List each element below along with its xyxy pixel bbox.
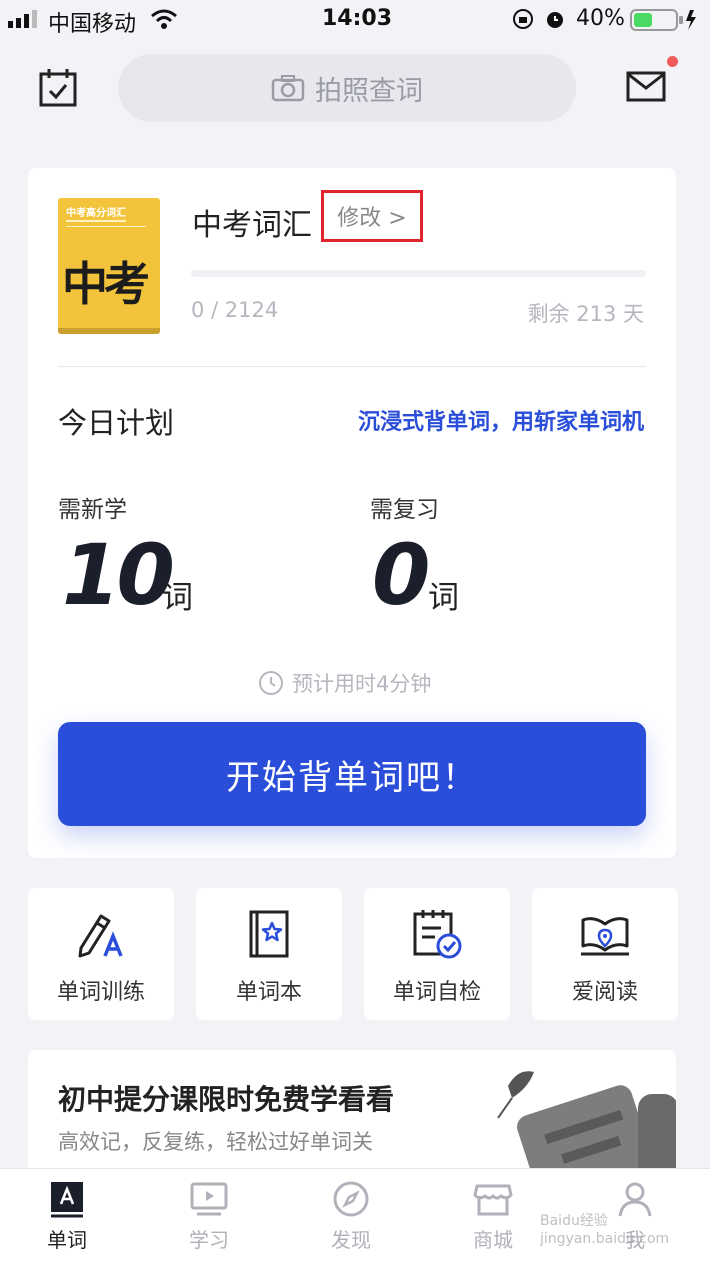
notification-dot <box>667 56 678 67</box>
tab-words[interactable]: 单词 <box>17 1180 117 1266</box>
compass-icon <box>333 1181 369 1217</box>
search-placeholder: 拍照查词 <box>315 75 423 107</box>
tool-label: 单词本 <box>235 980 302 1005</box>
card-divider <box>58 366 646 367</box>
book-progress-bar <box>191 270 646 277</box>
tool-label: 爱阅读 <box>571 980 638 1005</box>
start-learning-label: 开始背单词吧！ <box>226 757 478 798</box>
tab-label: 学习 <box>189 1228 229 1252</box>
time-estimate-text: 预计用时4分钟 <box>292 672 432 696</box>
promo-subtitle: 高效记，反复练，轻松过好单词关 <box>58 1130 373 1154</box>
new-words-unit: 词 <box>162 580 193 616</box>
remaining-days: 剩余 213 天 <box>527 302 644 326</box>
book-name: 中考词汇 <box>192 208 312 243</box>
modify-book-button[interactable]: 修改 > <box>321 190 423 242</box>
tab-label: 单词 <box>47 1228 87 1252</box>
clock-icon <box>259 671 283 695</box>
signal-icon <box>8 10 42 28</box>
promo-title: 初中提分课限时免费学看看 <box>58 1083 395 1116</box>
progress-count: 0 / 2124 <box>191 298 279 322</box>
open-book-icon <box>579 908 631 960</box>
time-estimate: 预计用时4分钟 <box>258 668 431 698</box>
tab-study[interactable]: 学习 <box>159 1180 259 1266</box>
clock-time: 14:03 <box>322 6 393 31</box>
word-a-icon <box>51 1182 83 1218</box>
photo-search-bar[interactable]: 拍照查词 <box>118 54 576 122</box>
review-words-label: 需复习 <box>370 497 439 523</box>
tab-discover[interactable]: 发现 <box>301 1180 401 1266</box>
start-learning-button[interactable]: 开始背单词吧！ <box>58 722 646 826</box>
calendar-check-icon <box>411 908 463 960</box>
store-icon <box>473 1184 513 1216</box>
battery-percent: 40% <box>576 6 625 31</box>
promo-link[interactable]: 沉浸式背单词，用斩家单词机 <box>358 404 644 436</box>
book-cover-title: 中考高分词汇 <box>66 208 126 219</box>
modify-label: 修改 > <box>337 206 407 231</box>
tool-label: 单词训练 <box>56 980 145 1005</box>
rotation-lock-icon <box>512 8 534 34</box>
alarm-icon <box>544 8 566 34</box>
tool-label: 单词自检 <box>392 980 481 1005</box>
plan-title: 今日计划 <box>58 406 175 440</box>
video-screen-icon <box>190 1182 228 1216</box>
book-cover-big-text: 中考 <box>62 257 150 311</box>
carrier-label: 中国移动 <box>48 12 137 37</box>
book-cover[interactable]: 中考高分词汇 中考 <box>58 198 160 334</box>
tool-word-training[interactable]: 单词训练 <box>28 888 174 1020</box>
mail-icon <box>626 71 666 102</box>
pencil-a-icon <box>75 908 127 960</box>
calendar-check-button[interactable] <box>38 68 78 112</box>
new-words-label: 需新学 <box>58 497 127 523</box>
battery-icon <box>630 8 700 36</box>
mail-button[interactable] <box>626 70 666 106</box>
wordbook-star-icon <box>243 908 295 960</box>
tool-self-check[interactable]: 单词自检 <box>364 888 510 1020</box>
status-bar: 中国移动 14:03 40% <box>0 0 710 40</box>
calendar-icon <box>39 69 77 107</box>
tab-label: 商城 <box>473 1228 513 1252</box>
review-words-unit: 词 <box>428 580 459 616</box>
watermark: Baidu经验 jingyan.baidu.com <box>540 1213 670 1247</box>
tool-reading[interactable]: 爱阅读 <box>532 888 678 1020</box>
tab-label: 发现 <box>331 1228 371 1252</box>
new-words-count: 10 <box>62 526 175 624</box>
tab-store[interactable]: 商城 <box>443 1180 543 1266</box>
camera-icon <box>271 75 305 102</box>
wifi-icon <box>150 8 178 34</box>
review-words-count: 0 <box>372 526 431 624</box>
tool-wordbook[interactable]: 单词本 <box>196 888 342 1020</box>
